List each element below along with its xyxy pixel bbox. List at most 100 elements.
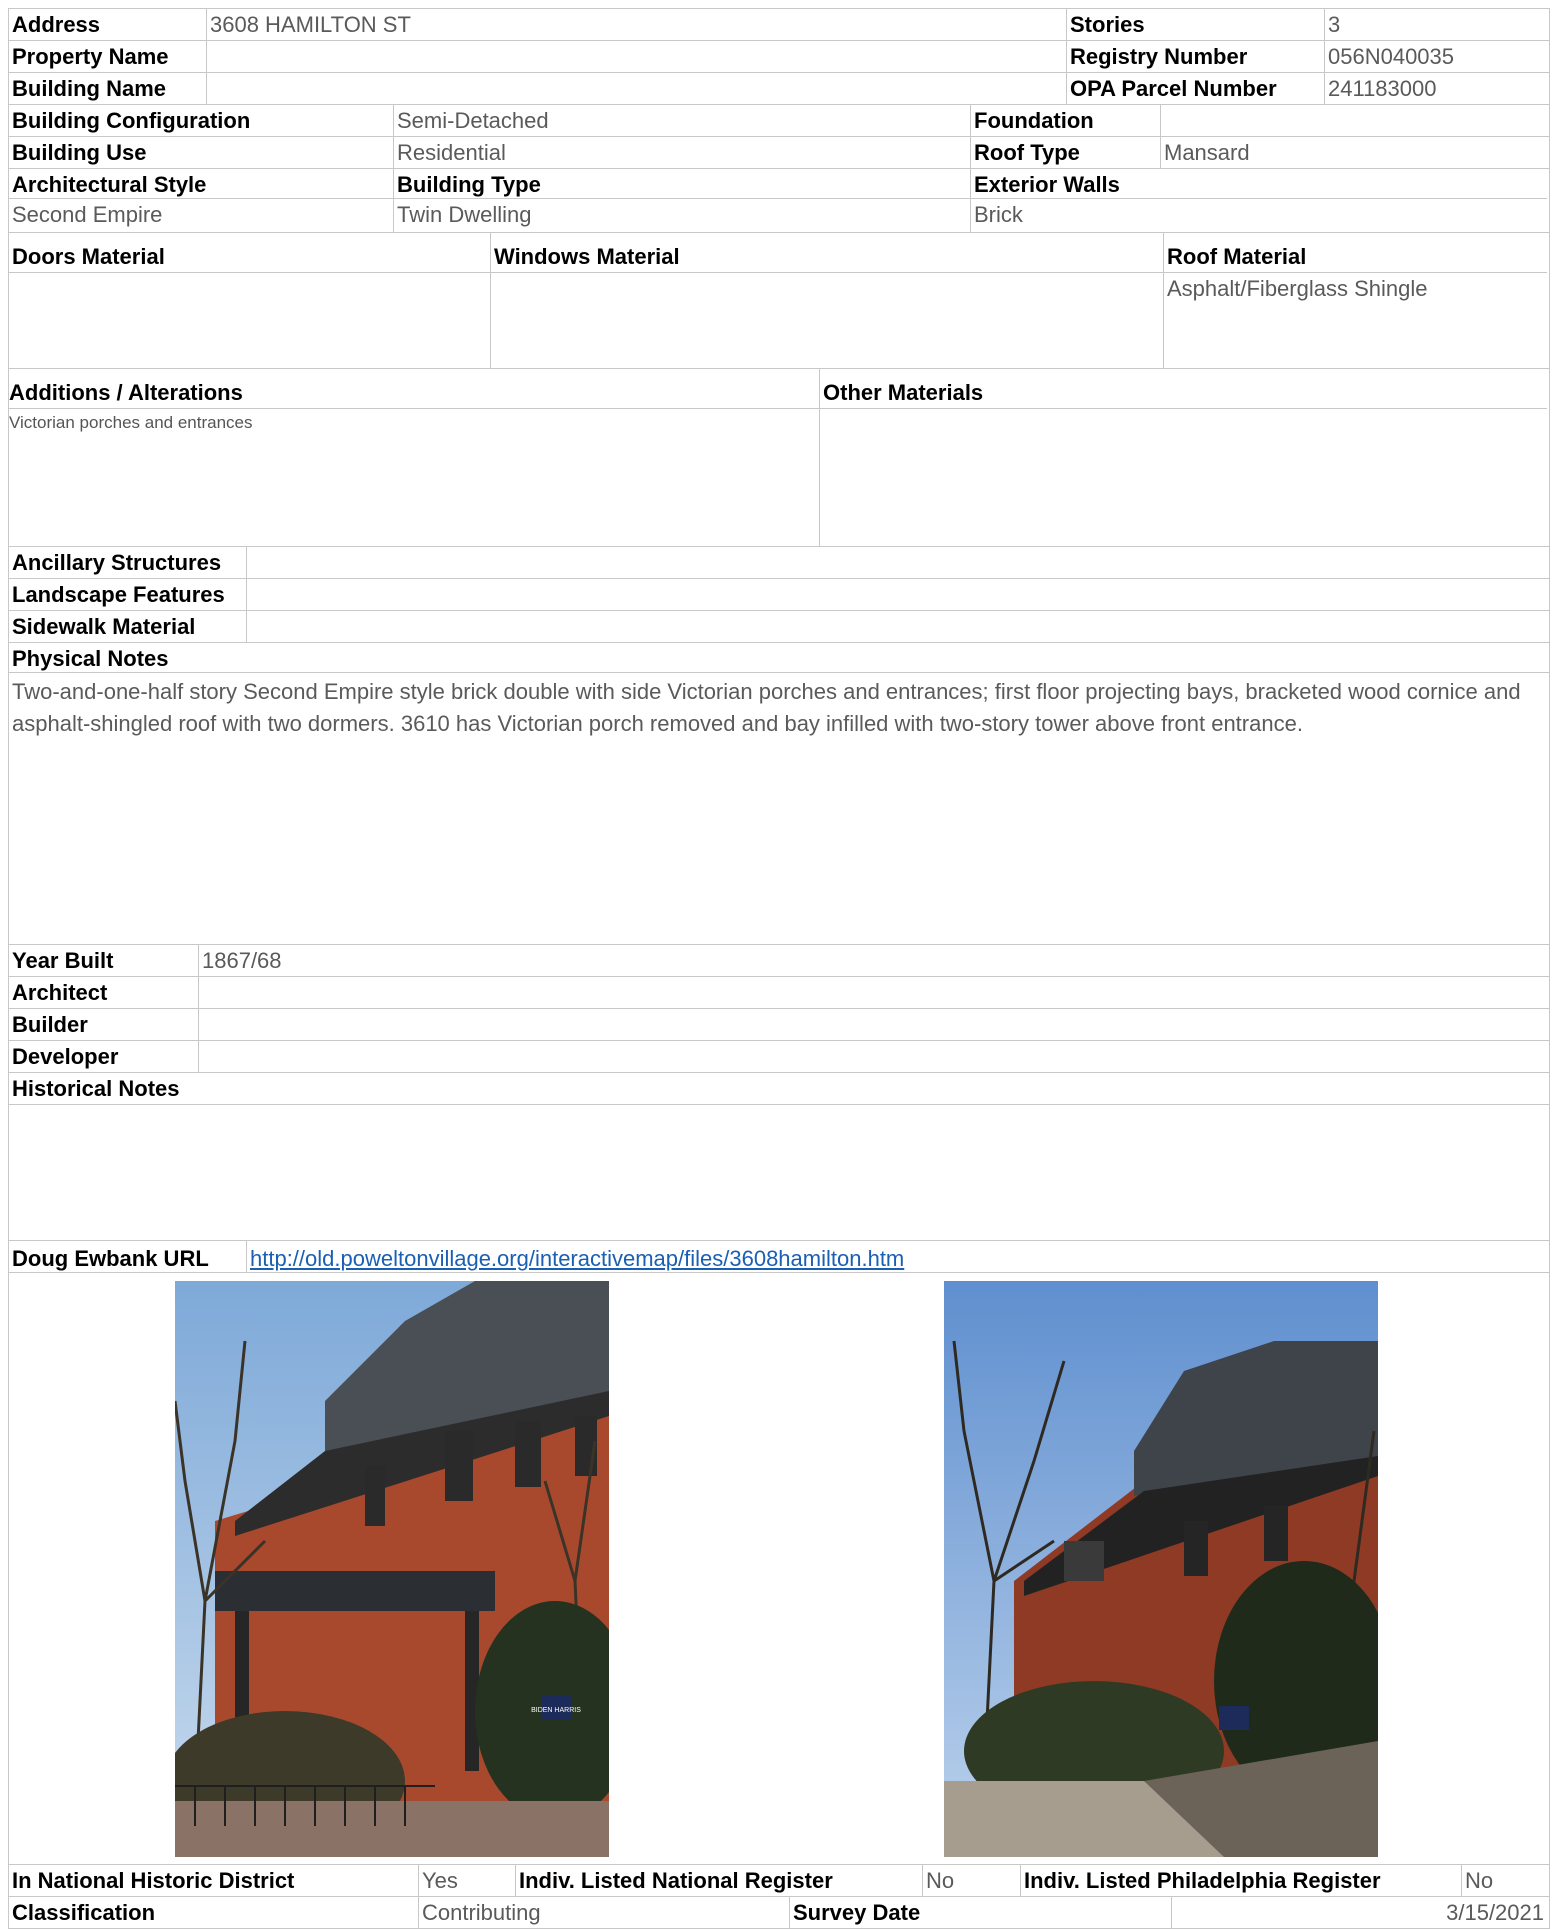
doug-ewbank-url-cell: http://old.poweltonvillage.org/interacti…	[247, 1241, 1547, 1272]
property-name-value	[207, 41, 1067, 72]
windows-material-cell: Windows Material	[491, 233, 1164, 368]
additions-value: Victorian porches and entrances	[9, 413, 253, 432]
windows-material-label: Windows Material	[491, 241, 1163, 273]
property-name-label: Property Name	[9, 41, 207, 72]
roof-type-label: Roof Type	[971, 137, 1161, 168]
classification-label: Classification	[9, 1897, 419, 1928]
physical-notes-row: Two-and-one-half story Second Empire sty…	[9, 673, 1549, 945]
national-district-value: Yes	[419, 1865, 516, 1896]
national-district-label: In National Historic District	[9, 1865, 419, 1896]
building-configuration-label: Building Configuration	[9, 105, 394, 136]
developer-value	[199, 1041, 1547, 1072]
survey-date-value: 3/15/2021	[1446, 1900, 1544, 1925]
landscape-features-value	[247, 579, 1547, 610]
photos-row: BIDEN HARRIS	[9, 1273, 1549, 1865]
exterior-walls-cell: Exterior Walls Brick	[971, 169, 1547, 232]
architectural-style-label: Architectural Style	[9, 169, 393, 199]
ancillary-row: Ancillary Structures	[9, 547, 1549, 579]
roof-material-label: Roof Material	[1164, 241, 1547, 273]
building-use-row: Building Use Residential Roof Type Mansa…	[9, 137, 1549, 169]
physical-notes-label: Physical Notes	[12, 646, 169, 671]
exterior-walls-label: Exterior Walls	[971, 169, 1547, 199]
landscape-row: Landscape Features	[9, 579, 1549, 611]
architectural-style-value: Second Empire	[12, 202, 163, 227]
architect-row: Architect	[9, 977, 1549, 1009]
additions-label: Additions / Alterations	[9, 377, 819, 409]
exterior-walls-value: Brick	[974, 202, 1023, 227]
building-type-cell: Building Type Twin Dwelling	[394, 169, 971, 232]
address-label: Address	[9, 9, 207, 40]
developer-row: Developer	[9, 1041, 1549, 1073]
district-row: In National Historic District Yes Indiv.…	[9, 1865, 1549, 1897]
address-value: 3608 HAMILTON ST	[207, 9, 1067, 40]
sidewalk-material-label: Sidewalk Material	[9, 611, 247, 642]
property-name-row: Property Name Registry Number 056N040035	[9, 41, 1549, 73]
building-name-row: Building Name OPA Parcel Number 24118300…	[9, 73, 1549, 105]
historical-notes-label: Historical Notes	[12, 1076, 180, 1101]
historical-notes-header-row: Historical Notes	[9, 1073, 1549, 1105]
sidewalk-row: Sidewalk Material	[9, 611, 1549, 643]
building-name-value	[207, 73, 1067, 104]
physical-notes-header-row: Physical Notes	[9, 643, 1549, 673]
developer-label: Developer	[9, 1041, 199, 1072]
sidewalk-material-value	[247, 611, 1547, 642]
historical-notes-text	[9, 1105, 1547, 1240]
indiv-philadelphia-register-value: No	[1465, 1868, 1494, 1893]
architectural-style-cell: Architectural Style Second Empire	[9, 169, 394, 232]
photo-left-sign: BIDEN HARRIS	[531, 1707, 581, 1714]
additions-cell: Additions / Alterations Victorian porche…	[9, 369, 820, 546]
builder-value	[199, 1009, 1547, 1040]
registry-number-label: Registry Number	[1067, 41, 1325, 72]
roof-material-cell: Roof Material Asphalt/Fiberglass Shingle	[1164, 233, 1547, 368]
doors-material-cell: Doors Material	[9, 233, 491, 368]
doors-material-value	[9, 273, 490, 275]
architect-label: Architect	[9, 977, 199, 1008]
foundation-label: Foundation	[971, 105, 1161, 136]
building-type-label: Building Type	[394, 169, 970, 199]
architect-value	[199, 977, 1547, 1008]
classification-row: Classification Contributing Survey Date …	[9, 1897, 1549, 1929]
ancillary-structures-label: Ancillary Structures	[9, 547, 247, 578]
style-row: Architectural Style Second Empire Buildi…	[9, 169, 1549, 233]
property-survey-sheet: Address 3608 HAMILTON ST Stories 3 Prope…	[8, 8, 1550, 1929]
opa-parcel-label: OPA Parcel Number	[1067, 73, 1325, 104]
other-materials-value	[820, 409, 1547, 411]
photo-right-image	[944, 1281, 1378, 1857]
builder-row: Builder	[9, 1009, 1549, 1041]
url-row: Doug Ewbank URL http://old.poweltonvilla…	[9, 1241, 1549, 1273]
landscape-features-label: Landscape Features	[9, 579, 247, 610]
building-configuration-value: Semi-Detached	[394, 105, 971, 136]
historical-notes-row	[9, 1105, 1549, 1241]
opa-parcel-value: 241183000	[1328, 76, 1437, 101]
registry-number-value: 056N040035	[1328, 44, 1455, 69]
survey-date-label: Survey Date	[790, 1897, 1172, 1928]
materials-row: Doors Material Windows Material Roof Mat…	[9, 233, 1549, 369]
year-built-value: 1867/68	[202, 948, 282, 973]
doug-ewbank-url-link[interactable]: http://old.poweltonvillage.org/interacti…	[250, 1246, 904, 1271]
doors-material-label: Doors Material	[9, 241, 490, 273]
physical-notes-text: Two-and-one-half story Second Empire sty…	[12, 679, 1521, 736]
alterations-row: Additions / Alterations Victorian porche…	[9, 369, 1549, 547]
configuration-row: Building Configuration Semi-Detached Fou…	[9, 105, 1549, 137]
roof-material-value: Asphalt/Fiberglass Shingle	[1167, 276, 1428, 301]
other-materials-cell: Other Materials	[820, 369, 1547, 546]
photo-right	[944, 1281, 1378, 1857]
building-use-label: Building Use	[9, 137, 394, 168]
building-use-value: Residential	[394, 137, 971, 168]
roof-type-value: Mansard	[1164, 140, 1250, 165]
building-name-label: Building Name	[9, 73, 207, 104]
indiv-national-register-value: No	[923, 1865, 1021, 1896]
stories-value: 3	[1328, 12, 1341, 37]
windows-material-value	[491, 273, 1163, 275]
photo-left-image: BIDEN HARRIS	[175, 1281, 609, 1857]
classification-value: Contributing	[419, 1897, 790, 1928]
year-built-row: Year Built 1867/68	[9, 945, 1549, 977]
photo-left: BIDEN HARRIS	[175, 1281, 609, 1857]
doug-ewbank-url-label: Doug Ewbank URL	[9, 1241, 247, 1272]
builder-label: Builder	[9, 1009, 199, 1040]
ancillary-structures-value	[247, 547, 1547, 578]
building-type-value: Twin Dwelling	[397, 202, 532, 227]
foundation-value	[1161, 105, 1547, 136]
address-row: Address 3608 HAMILTON ST Stories 3	[9, 9, 1549, 41]
stories-label: Stories	[1067, 9, 1325, 40]
